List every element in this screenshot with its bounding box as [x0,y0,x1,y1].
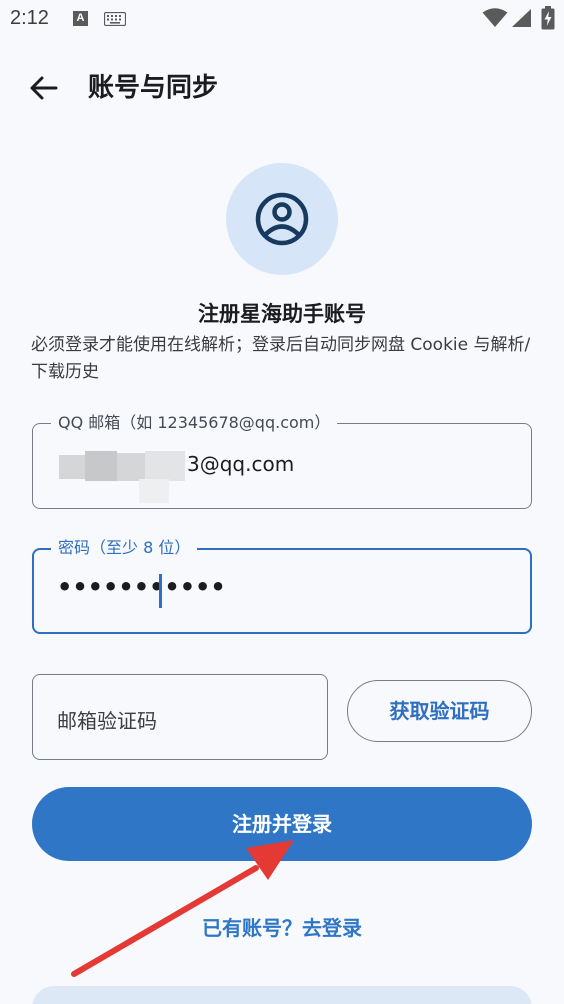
back-arrow-icon[interactable] [26,70,62,106]
email-field[interactable]: QQ 邮箱（如 12345678@qq.com） 3@qq.com [32,412,532,509]
register-screen: 2:12 A 账号与同步 注册星海助手账号 必须登录才能使用在线解析；登录后自动… [0,0,564,1004]
status-bar: 2:12 A [0,0,564,38]
email-field-label: QQ 邮箱（如 12345678@qq.com） [51,412,338,434]
get-code-button[interactable]: 获取验证码 [347,680,532,742]
page-title: 账号与同步 [88,73,219,103]
cell-signal-icon [512,9,531,27]
wifi-icon [482,8,508,27]
register-heading: 注册星海助手账号 [198,302,366,326]
login-description: 必须登录才能使用在线解析；登录后自动同步网盘 Cookie 与解析/下载历史 [31,335,531,382]
notification-a-icon: A [73,11,88,26]
password-field-label: 密码（至少 8 位） [51,537,198,559]
battery-charging-icon [541,6,555,30]
account-circle-icon [255,192,309,246]
password-value: ••••••••••• [57,573,226,601]
text-cursor [159,574,162,608]
verification-code-field[interactable]: 邮箱验证码 [32,674,328,760]
keyboard-icon [104,12,126,26]
status-time: 2:12 [10,7,49,29]
email-value: 3@qq.com [187,452,295,476]
avatar [226,163,338,275]
verification-code-placeholder: 邮箱验证码 [57,709,157,733]
password-field[interactable]: 密码（至少 8 位） ••••••••••• [32,537,532,634]
register-and-login-button[interactable]: 注册并登录 [32,787,532,861]
go-to-login-link[interactable]: 已有账号？去登录 [0,912,564,941]
email-redaction [59,451,185,503]
bottom-card [32,986,532,1004]
